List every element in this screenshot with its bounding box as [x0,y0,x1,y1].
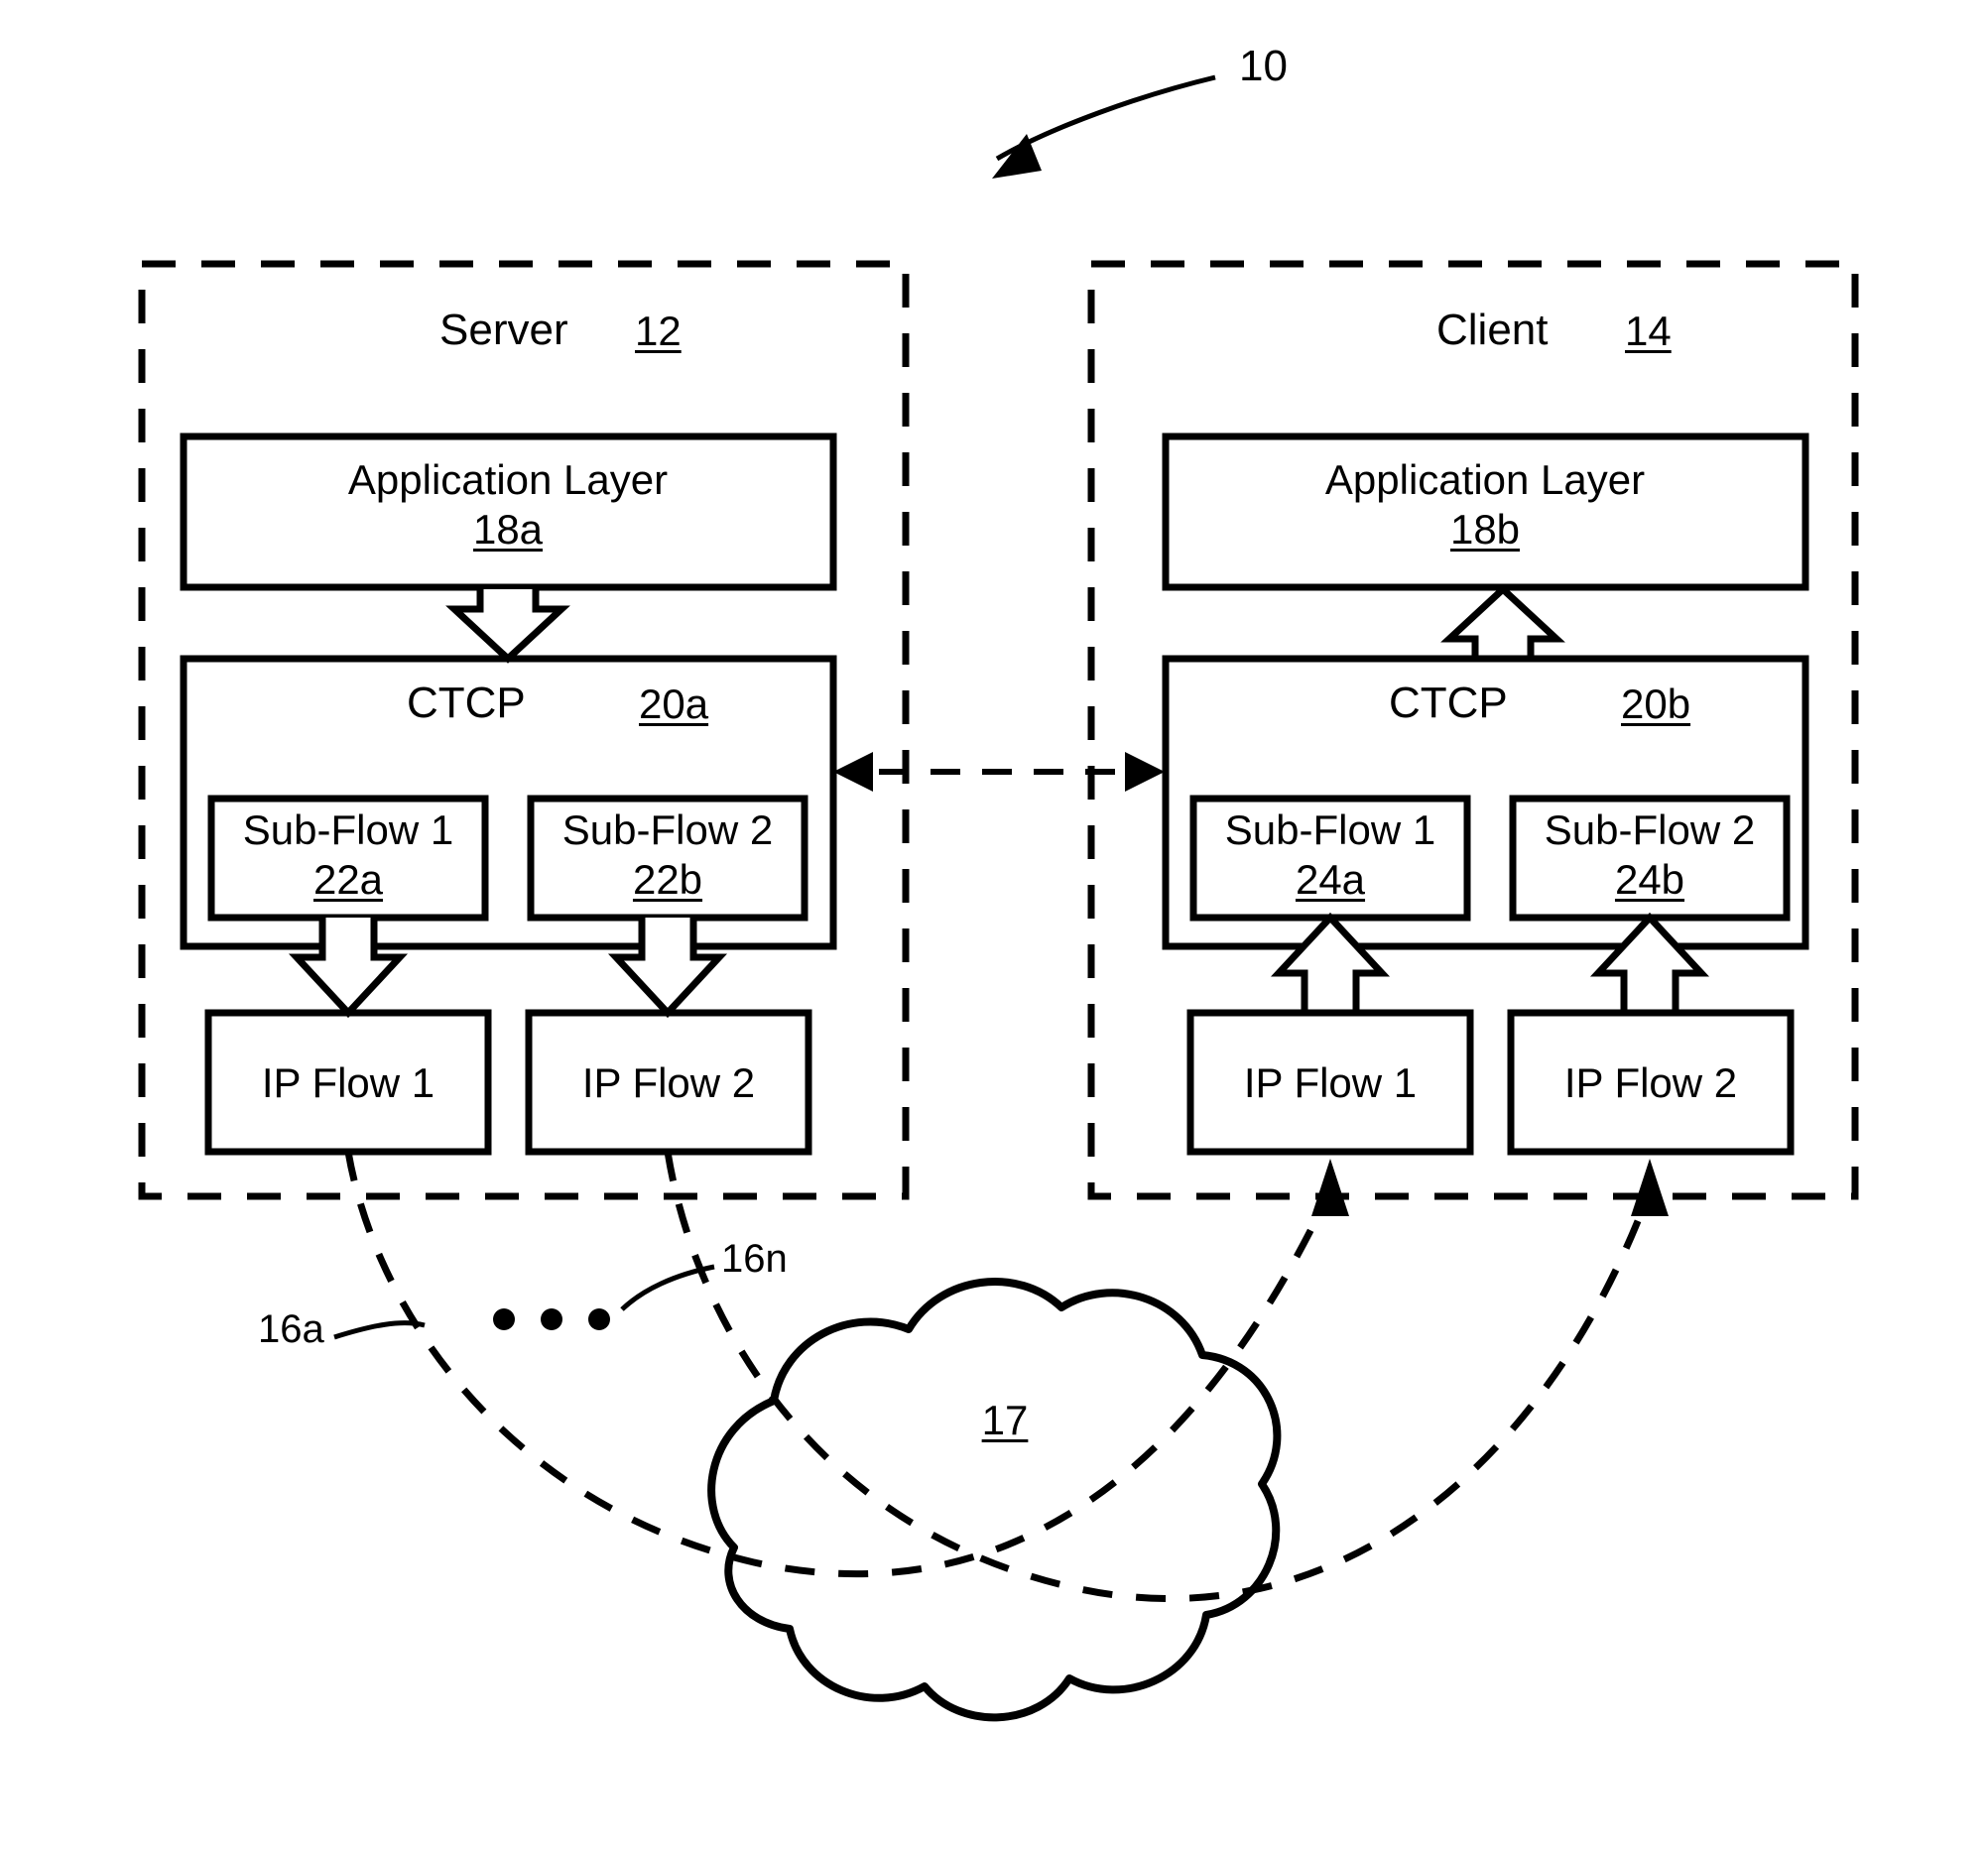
ellipsis-dot [541,1308,562,1330]
client-ctcp-ref: 20b [1621,680,1691,727]
link-ref-16a: 16a [258,1307,324,1351]
server-subflow2-to-ipflow2-arrow [607,918,728,1019]
client-ref: 14 [1625,308,1672,354]
server-application-layer-text: Application Layer [347,456,669,503]
client-title: Client [1436,306,1549,354]
patent-figure: 10 Server 12 Application Layer 18a CTCP … [0,0,1988,1855]
client-subflow-1-label: Sub-Flow 1 24a [1225,805,1435,904]
client-subflow-2-label: Sub-Flow 2 24b [1545,805,1755,904]
server-ip-flow-2-label: IP Flow 2 [581,1059,756,1106]
server-subflow-1-label: Sub-Flow 1 22a [243,805,453,904]
figure-ref-10: 10 [1239,42,1288,90]
client-ipflow1-to-subflow1-arrow [1270,912,1391,1013]
server-subflow-2-ref: 22b [632,855,703,903]
client-ip-flow-2-label: IP Flow 2 [1563,1059,1738,1106]
server-subflow-2-label: Sub-Flow 2 22b [562,805,773,904]
ellipsis-dot [588,1308,610,1330]
server-title: Server [439,306,568,354]
leader-16a [333,1320,426,1340]
server-ctcp-label: CTCP [407,679,526,727]
server-ip-flow-1-label: IP Flow 1 [261,1059,435,1106]
server-ref: 12 [635,308,682,354]
server-application-layer-ref: 18a [472,505,544,553]
server-application-layer-label: Application Layer 18a [348,455,668,554]
client-ipflow2-to-subflow2-arrow [1589,912,1710,1013]
server-subflow-1-ref: 22a [312,855,384,903]
client-subflow-1-ref: 24a [1295,855,1366,903]
server-subflow-1-text: Sub-Flow 1 [242,806,454,853]
ctcp-peer-link [833,752,1165,792]
link-ref-16n: 16n [721,1237,788,1281]
client-subflow-1-text: Sub-Flow 1 [1224,806,1436,853]
lead-line-10 [992,74,1216,179]
ellipsis-dot [493,1308,515,1330]
figure-linework [138,74,1859,1722]
dashed-path-16n-arrowhead [1631,1159,1669,1216]
server-subflow-2-text: Sub-Flow 2 [561,806,774,853]
client-subflow-2-text: Sub-Flow 2 [1544,806,1756,853]
client-subflow-2-ref: 24b [1614,855,1685,903]
client-ip-flow-1-label: IP Flow 1 [1243,1059,1418,1106]
client-ctcp-label: CTCP [1389,679,1508,727]
network-cloud-ref: 17 [981,1397,1029,1443]
client-application-layer-text: Application Layer [1324,456,1646,503]
network-cloud-shape [707,1278,1282,1722]
server-boundary [138,260,910,1200]
server-app-to-ctcp-arrow [445,589,570,664]
dashed-path-16a-arrowhead [1311,1159,1349,1216]
server-ctcp-ref: 20a [639,680,709,727]
server-subflow1-to-ipflow1-arrow [288,918,409,1019]
client-application-layer-ref: 18b [1449,505,1521,553]
client-ctcp-to-app-arrow [1440,584,1565,659]
client-application-layer-label: Application Layer 18b [1325,455,1645,554]
